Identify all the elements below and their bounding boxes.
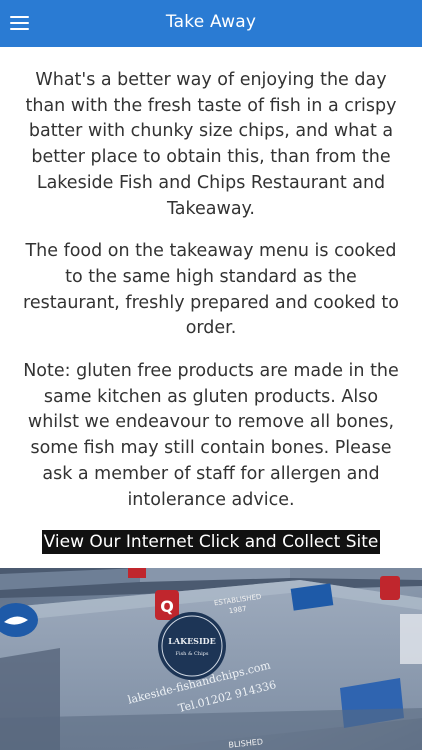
intro-paragraph: What's a better way of enjoying the day …	[25, 70, 397, 219]
app-bar: Take Away	[0, 0, 422, 47]
allergen-note-paragraph: Note: gluten free products are made in t…	[23, 361, 399, 510]
seal-text: LAKESIDE	[168, 636, 215, 646]
page-title: Take Away	[165, 12, 257, 32]
link-container: View Our Internet Click and Collect Site	[16, 530, 406, 555]
svg-text:Q: Q	[160, 597, 174, 616]
takeaway-boxes-photo: Q ESTABLISHED 1987 LAKESIDE Fish & Chips…	[0, 568, 422, 750]
seal-subtext: Fish & Chips	[176, 651, 209, 657]
menu-paragraph: The food on the takeaway menu is cooked …	[23, 241, 399, 339]
boxes-illustration: Q ESTABLISHED 1987 LAKESIDE Fish & Chips…	[0, 568, 422, 750]
takeaway-content: What's a better way of enjoying the day …	[0, 47, 422, 555]
click-and-collect-link[interactable]: View Our Internet Click and Collect Site	[41, 530, 381, 555]
